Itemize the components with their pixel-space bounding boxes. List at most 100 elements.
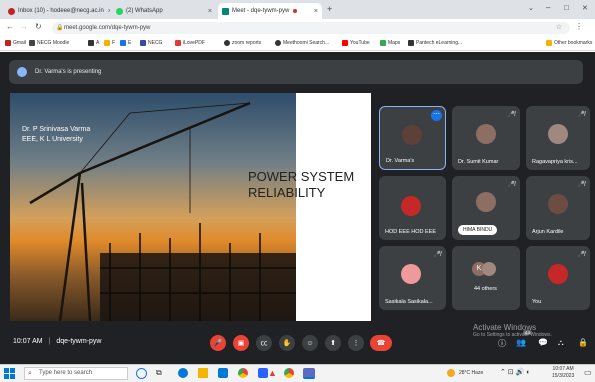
bookmark-zoom-reports[interactable]: zoom reports: [224, 40, 261, 46]
bookmark-a[interactable]: A: [88, 40, 99, 46]
menu-icon[interactable]: ⋮: [575, 22, 583, 31]
host-controls-icon[interactable]: 🔒: [578, 338, 588, 347]
captions-button[interactable]: ㏄: [256, 335, 272, 351]
taskbar-clock[interactable]: 10:07 AM 15/3/2023: [552, 366, 574, 380]
weather-icon: [447, 369, 455, 377]
info-icon[interactable]: ⓘ: [498, 338, 506, 349]
participant-tile-others[interactable]: K 44 others: [452, 246, 520, 310]
bookmark-label: NECG Moodle: [37, 40, 70, 46]
chrome-icon[interactable]: [238, 368, 248, 378]
reload-icon[interactable]: ↻: [35, 22, 42, 31]
close-window-button[interactable]: ✕: [582, 4, 588, 12]
chat-icon[interactable]: 💬: [538, 338, 548, 347]
hand-icon: ✋: [282, 340, 292, 347]
bookmark-label: F: [112, 40, 116, 46]
bookmark-icon: [104, 40, 110, 46]
mic-toggle-button[interactable]: 🎤: [210, 335, 226, 351]
tab-whatsapp[interactable]: (2) WhatsApp ×: [112, 3, 216, 19]
bookmark-label: E: [128, 40, 132, 46]
bookmark-pantech[interactable]: Pantech eLearning...: [408, 40, 462, 46]
meet-icon: [222, 7, 229, 15]
cortana-icon[interactable]: [136, 368, 147, 379]
tab-search-icon[interactable]: ⌄: [528, 4, 534, 12]
camera-toggle-button[interactable]: ▣: [233, 335, 249, 351]
more-options-button[interactable]: ⋮: [348, 335, 364, 351]
windows-start-icon[interactable]: [4, 368, 15, 379]
file-explorer-icon[interactable]: [198, 368, 208, 378]
task-view-icon[interactable]: ⧉: [156, 368, 162, 378]
bookmark-necg[interactable]: NECG: [140, 40, 162, 46]
participant-tile-hod-eee[interactable]: HOD EEE HOD EEE: [379, 176, 446, 240]
activities-icon[interactable]: ⛬: [558, 338, 564, 348]
tab-meet[interactable]: Meet - dqe-tywm-pyw ×: [218, 3, 322, 19]
raise-hand-button[interactable]: ✋: [279, 335, 295, 351]
participant-tile-dr-varma[interactable]: ⋯ Dr. Varma's: [379, 106, 446, 170]
recording-dot-icon: [293, 9, 298, 13]
bookmark-label: Pantech eLearning...: [416, 40, 463, 46]
people-icon[interactable]: 👥: [516, 338, 526, 347]
bookmark-label: A: [96, 40, 100, 46]
more-vert-icon: ⋮: [352, 340, 360, 347]
bookmark-necg-moodle[interactable]: NECG Moodle: [29, 40, 69, 46]
maximize-button[interactable]: □: [564, 3, 569, 12]
participant-tile-sumit-kumar[interactable]: 🎤̸ Dr. Sumit Kumar: [452, 106, 520, 170]
bookmark-maps[interactable]: Maps: [380, 40, 400, 46]
teams-icon[interactable]: [303, 368, 315, 379]
back-arrow-icon[interactable]: ←: [6, 22, 14, 31]
bookmark-star-icon[interactable]: ☆: [556, 22, 562, 34]
participant-name: Sasikala Sasikala...: [385, 299, 433, 305]
slide-title-line2: RELIABILITY: [248, 185, 326, 200]
participant-name: Ragavapriya kris...: [532, 159, 578, 165]
avatar: [476, 192, 496, 212]
participant-tile-hima-bindu[interactable]: 🎤̸ HIMA BINDU: [452, 176, 520, 240]
bookmark-label: Other bookmarks: [554, 40, 593, 46]
presenting-text: Dr. Varma's is presenting: [35, 69, 102, 75]
present-button[interactable]: ⬆: [325, 335, 341, 351]
present-screen-icon: ⬆: [330, 340, 336, 347]
more-options-icon[interactable]: ⋯: [431, 110, 442, 121]
bookmark-label: Gmail: [13, 40, 27, 46]
camera-off-icon: ▣: [237, 340, 245, 347]
close-icon[interactable]: ×: [104, 8, 110, 15]
tab-gmail[interactable]: Inbox (10) - hodeee@necg.ac.in ×: [4, 3, 110, 19]
participant-tile-you[interactable]: 🎤̸ You: [526, 246, 590, 310]
taskbar-search-box[interactable]: ⌕ Type here to search: [24, 367, 128, 380]
lock-icon: 🔒: [56, 25, 64, 31]
bookmark-youtube[interactable]: YouTube: [342, 40, 370, 46]
participant-tile-arjun-kardile[interactable]: 🎤̸ Arjun Kardile: [526, 176, 590, 240]
close-icon[interactable]: ×: [310, 8, 318, 15]
leave-call-button[interactable]: ☎: [370, 335, 392, 351]
chrome-profile-icon[interactable]: [284, 368, 294, 378]
new-tab-button[interactable]: +: [327, 4, 332, 14]
other-bookmarks[interactable]: Other bookmarks: [546, 40, 592, 46]
clock-time: 10:07 AM: [552, 366, 574, 372]
web-icon: [275, 40, 281, 46]
search-icon: ⌕: [28, 370, 32, 377]
bookmark-gmail[interactable]: Gmail: [5, 40, 26, 46]
notifications-icon[interactable]: ▭: [584, 368, 592, 377]
participant-tile-sasikala[interactable]: 🎤̸ Sasikala Sasikala...: [379, 246, 446, 310]
participant-name: 44 others: [474, 286, 497, 292]
url-input[interactable]: 🔒 meet.google.com/dqe-tywm-pyw ☆: [52, 22, 570, 34]
word-icon[interactable]: [258, 368, 268, 378]
bookmark-ilovepdf[interactable]: iLovePDF: [175, 40, 205, 46]
close-icon[interactable]: ×: [204, 8, 212, 15]
bookmark-meethoomi[interactable]: Meethoomi Search...: [275, 40, 329, 46]
edge-icon[interactable]: [178, 368, 188, 378]
browser-tab-bar: Inbox (10) - hodeee@necg.ac.in × (2) Wha…: [0, 0, 595, 19]
participant-tile-ragavapriya[interactable]: 🎤̸ Ragavapriya kris...: [526, 106, 590, 170]
forward-arrow-icon[interactable]: →: [20, 22, 28, 31]
mic-off-icon: 🎤̸: [433, 252, 441, 258]
search-placeholder: Type here to search: [39, 370, 93, 376]
reactions-button[interactable]: ☺: [302, 335, 318, 351]
tab-label: Inbox (10) - hodeee@necg.ac.in: [18, 8, 104, 14]
system-tray-icons[interactable]: ⌃ ⊡ 🔊 ◐: [500, 368, 531, 376]
pantech-icon: [408, 40, 414, 46]
minimize-button[interactable]: –: [546, 3, 550, 12]
bookmark-e[interactable]: E: [120, 40, 131, 46]
bookmark-f[interactable]: F: [104, 40, 115, 46]
meeting-code: dqe-tywm-pyw: [56, 338, 102, 345]
store-icon[interactable]: [218, 368, 228, 378]
acrobat-icon[interactable]: ▲: [268, 368, 277, 378]
gmail-icon: [5, 40, 11, 46]
